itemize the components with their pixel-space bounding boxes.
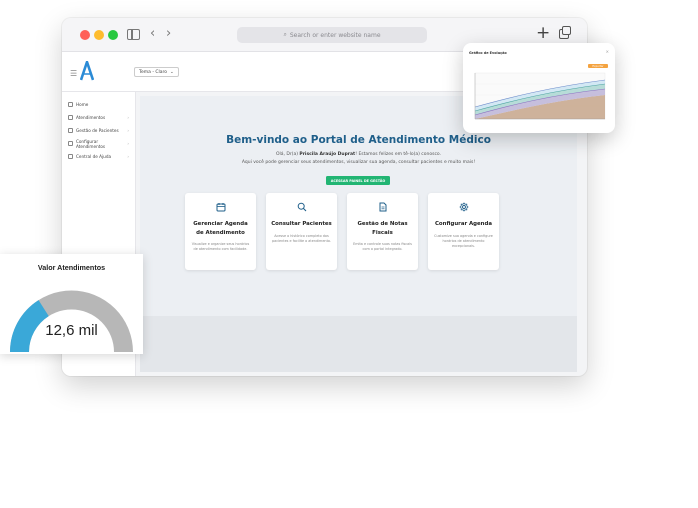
chevron-down-icon: ⌄ xyxy=(170,69,174,75)
evolution-chart xyxy=(474,72,606,120)
welcome-description: Aqui você pode gerenciar seus atendiment… xyxy=(241,160,476,165)
sidebar-item-label: Home xyxy=(76,102,89,107)
content-footer xyxy=(140,316,577,372)
card-notas-fiscais[interactable]: Gestão de Notas Fiscais Emita e controle… xyxy=(347,193,418,270)
panel-title: Gráfico de Evolução xyxy=(469,51,507,55)
page-title: Bem-vindo ao Portal de Atendimento Médic… xyxy=(226,134,491,146)
close-icon[interactable]: × xyxy=(606,49,609,54)
export-button[interactable]: Exportar xyxy=(588,64,608,68)
sidebar-item-ajuda[interactable]: Central de Ajuda › xyxy=(62,150,135,163)
chevron-right-icon: › xyxy=(127,141,129,146)
evolution-chart-panel: Gráfico de Evolução × Exportar xyxy=(463,43,615,133)
gauge-title: Valor Atendimentos xyxy=(37,263,106,272)
card-description: Emita e controle suas notas fiscais com … xyxy=(353,242,412,251)
chevron-right-icon: › xyxy=(127,154,129,159)
sidebar-item-label: Central de Ajuda xyxy=(76,154,112,159)
card-description: Customize sua agenda e configure horário… xyxy=(434,233,493,248)
sidebar-item-label: Atendimentos xyxy=(76,115,106,120)
home-icon xyxy=(68,102,73,107)
users-icon xyxy=(68,128,73,133)
sidebar-item-label: Configurar Atendimentos xyxy=(75,138,106,149)
welcome-greeting: Olá, Dr(a) xyxy=(275,152,300,157)
card-description: Acesse o histórico completo dos paciente… xyxy=(272,233,331,243)
card-title: Configurar Agenda xyxy=(434,221,493,227)
document-icon xyxy=(352,200,413,214)
maximize-window-button[interactable] xyxy=(108,30,118,40)
sidebar-item-pacientes[interactable]: Gestão de Pacientes › xyxy=(62,124,135,137)
close-window-button[interactable] xyxy=(80,30,90,40)
search-icon: ⌕ xyxy=(283,31,287,38)
card-description: Visualize e organize seus horários de at… xyxy=(191,242,250,251)
sidebar-toggle-icon[interactable] xyxy=(127,29,140,40)
card-title: Gestão de Notas Fiscais xyxy=(357,221,408,236)
theme-select-value: Tema - Claro xyxy=(139,69,168,75)
access-panel-button[interactable]: ACESSAR PAINEL DE GESTÃO xyxy=(326,176,390,185)
card-agenda[interactable]: Gerenciar Agenda de Atendimento Visualiz… xyxy=(185,193,256,270)
welcome-text: Olá, Dr(a) Priscila Araújo Duprat! Estam… xyxy=(140,151,577,167)
back-arrow-icon[interactable]: ‹ xyxy=(150,26,155,41)
card-title: Gerenciar Agenda de Atendimento xyxy=(193,221,248,236)
doctor-name: Priscila Araújo Duprat xyxy=(299,152,356,157)
gauge-chart xyxy=(10,290,133,353)
card-configurar-agenda[interactable]: Configurar Agenda Customize sua agenda e… xyxy=(428,193,499,270)
card-title: Consultar Pacientes xyxy=(271,221,332,227)
gauge-value: 12,6 mil xyxy=(45,322,98,339)
address-placeholder: Search or enter website name xyxy=(289,31,381,39)
sidebar-item-configurar[interactable]: Configurar Atendimentos › xyxy=(62,137,135,150)
sidebar-item-home[interactable]: Home xyxy=(62,98,135,111)
menu-icon[interactable]: ☰ xyxy=(70,69,77,78)
chevron-right-icon: › xyxy=(127,115,129,120)
stage: ‹ › ⌕ Search or enter website name + ☰ T… xyxy=(0,0,698,508)
welcome-greeting-end: ! Estamos felizes em tê-lo(a) conosco. xyxy=(355,152,442,157)
card-pacientes[interactable]: Consultar Pacientes Acesse o histórico c… xyxy=(266,193,337,270)
address-bar[interactable]: ⌕ Search or enter website name xyxy=(237,27,427,43)
sidebar-item-label: Gestão de Pacientes xyxy=(76,128,119,133)
sidebar-item-atendimentos[interactable]: Atendimentos › xyxy=(62,111,135,124)
tabs-overview-icon[interactable] xyxy=(559,26,571,39)
search-icon xyxy=(271,200,332,214)
gauge-card: Valor Atendimentos 12,6 mil xyxy=(0,254,143,354)
minimize-window-button[interactable] xyxy=(94,30,104,40)
new-tab-plus-icon[interactable]: + xyxy=(536,23,550,43)
calendar-icon xyxy=(190,200,251,214)
gear-icon xyxy=(433,200,494,214)
chevron-right-icon: › xyxy=(127,128,129,133)
gear-icon xyxy=(68,141,73,146)
app-logo xyxy=(80,61,94,81)
help-icon xyxy=(68,154,73,159)
calendar-icon xyxy=(68,115,73,120)
theme-select[interactable]: Tema - Claro ⌄ xyxy=(134,67,179,77)
forward-arrow-icon[interactable]: › xyxy=(166,26,171,41)
